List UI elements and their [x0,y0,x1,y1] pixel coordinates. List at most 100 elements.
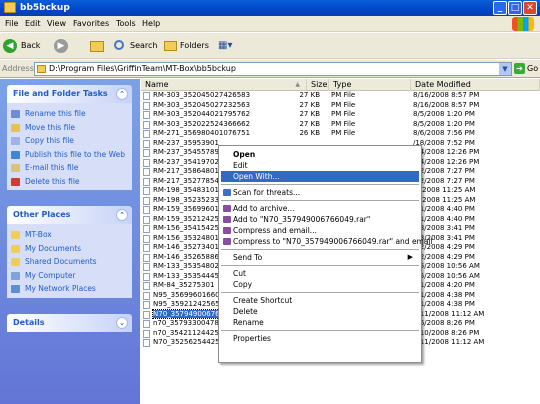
menu-separator [221,265,419,266]
ctx-add-rar[interactable]: Add to "N70_357949006766049.rar" [221,214,419,225]
place-link[interactable]: Shared Documents [11,255,132,269]
ctx-compress-email-label: Compress and email... [233,226,317,235]
pm-file-icon [143,282,150,290]
file-row[interactable]: RM-303_352022524366662 27 KB PM File 8/5/20… [141,120,540,130]
folders-button[interactable]: Folders [162,37,209,55]
winrar-icon [223,227,231,234]
maximize-button[interactable]: □ [508,1,522,15]
collapse-chevron-icon[interactable]: ⌃ [116,88,128,100]
go-button[interactable]: ➔ Go [514,63,538,75]
menu-view[interactable]: View [47,19,66,28]
file-name-text: RM-198_35235233 [153,195,219,204]
ctx-compress-rar-email-label: Compress to "N70_357949006766049.rar" an… [233,237,433,246]
ctx-edit[interactable]: Edit [221,160,419,171]
pm-file-icon [143,158,150,167]
ctx-open[interactable]: Open [221,149,419,160]
menu-help[interactable]: Help [142,19,160,28]
pm-file-icon [143,168,150,176]
minimize-button[interactable]: _ [493,1,507,15]
file-name: RM-237_35953901 [153,139,219,149]
toolbar: ◀ Back ▶ Search Folders ▦▾ [0,33,540,59]
other-places-panel: Other Places ⌃ MT-Box My Documents Shared D… [7,206,132,298]
menu-edit[interactable]: Edit [25,19,41,28]
task-link[interactable]: Publish this file to the Web [11,148,132,162]
column-name[interactable]: Name ▲ [141,79,307,91]
column-size[interactable]: Size [307,79,329,91]
ctx-scan[interactable]: Scan for threats... [221,187,419,198]
file-name-text: RM-217_35277854 [153,176,219,185]
ctx-create-shortcut[interactable]: Create Shortcut [221,295,419,306]
pm-file-icon [143,225,150,233]
ctx-cut[interactable]: Cut [221,268,419,279]
column-date[interactable]: Date Modified [411,79,540,91]
details-header[interactable]: Details ⌄ [7,314,132,332]
file-row[interactable]: RM-303_352045027426583 27 KB PM File 8/16/2… [141,91,540,101]
folder-up-icon [90,41,104,52]
collapse-chevron-icon[interactable]: ⌃ [116,209,128,221]
file-name-text: RM-303_352022524366662 [153,119,251,128]
address-dropdown-icon[interactable]: ▼ [499,63,511,75]
place-label: My Documents [25,243,82,253]
menu-file[interactable]: File [5,19,18,28]
back-label: Back [21,41,41,50]
up-folder-button[interactable] [88,37,106,55]
file-folder-tasks-header[interactable]: File and Folder Tasks ⌃ [7,85,132,103]
ctx-open-label: Open [233,150,256,159]
expand-chevron-icon[interactable]: ⌄ [116,317,128,329]
search-button[interactable]: Search [112,37,158,55]
folders-label: Folders [180,41,209,50]
file-name: RM-237_35419702 [153,158,219,168]
ctx-compress-rar-email[interactable]: Compress to "N70_357949006766049.rar" an… [221,236,433,247]
title-bar[interactable]: bb5bckup _ □ ✕ [0,0,540,16]
menu-favorites[interactable]: Favorites [73,19,109,28]
ctx-send-to[interactable]: Send To ▶ [221,252,419,263]
panel-title: Other Places [13,210,71,219]
menu-tools[interactable]: Tools [116,19,136,28]
file-date: 8/5/2008 1:20 PM [413,119,475,128]
close-button[interactable]: ✕ [523,1,537,15]
ctx-delete[interactable]: Delete [221,306,419,317]
other-places-header[interactable]: Other Places ⌃ [7,206,132,224]
task-link[interactable]: Rename this file [11,107,132,121]
place-link[interactable]: My Computer [11,269,132,283]
file-row[interactable]: RM-303_352045027232563 27 KB PM File 8/16/2… [141,101,540,111]
task-link[interactable]: Move this file [11,121,132,135]
back-button[interactable]: ◀ Back [3,37,49,55]
file-name-text: RM-303_352045027232563 [153,100,251,109]
file-row[interactable]: RM-303_352044021795762 27 KB PM File 8/5/20… [141,110,540,120]
task-label: Rename this file [25,109,86,118]
context-menu: Open Edit Open With... Scan for threats... A… [218,145,433,363]
file-name: RM-237_35455789 [153,148,219,158]
place-link[interactable]: My Documents [11,242,132,256]
pm-file-icon [143,206,150,214]
rename-icon [11,110,20,118]
file-name-text: RM-156_35415425 [153,224,219,232]
place-link[interactable]: MT-Box [11,228,132,242]
pm-file-icon [143,196,150,205]
file-row[interactable]: RM-271_356980401076751 26 KB PM File 8/6/20… [141,129,540,139]
menu-separator [221,200,419,201]
place-link[interactable]: My Network Places [11,282,132,296]
views-button[interactable]: ▦▾ [218,37,240,55]
task-link[interactable]: Copy this file [11,134,132,148]
file-date: 8/16/2008 8:57 PM [413,91,480,99]
ctx-rename[interactable]: Rename [221,317,419,328]
ctx-properties[interactable]: Properties [221,333,419,344]
address-input[interactable]: D:\Program Files\GriffinTeam\MT-Box\bb5b… [34,62,512,76]
pm-file-icon [143,320,150,328]
ctx-compress-email[interactable]: Compress and email... [221,225,419,236]
task-link[interactable]: E-mail this file [11,161,132,175]
pm-file-icon [143,101,150,110]
ctx-add-archive[interactable]: Add to archive... [221,203,419,214]
my-computer-icon [11,271,20,280]
network-places-icon [11,285,20,293]
task-link[interactable]: Delete this file [11,175,132,189]
forward-button[interactable]: ▶ [54,37,80,55]
ctx-open-with[interactable]: Open With... [221,171,419,182]
column-type[interactable]: Type [329,79,411,91]
file-name: RM-146_35273401 [153,243,219,253]
file-type: PM File [331,91,356,99]
address-bar: Address D:\Program Files\GriffinTeam\MT-… [0,60,540,78]
file-name: RM-271_356980401076751 [153,129,250,139]
ctx-copy[interactable]: Copy [221,279,419,290]
